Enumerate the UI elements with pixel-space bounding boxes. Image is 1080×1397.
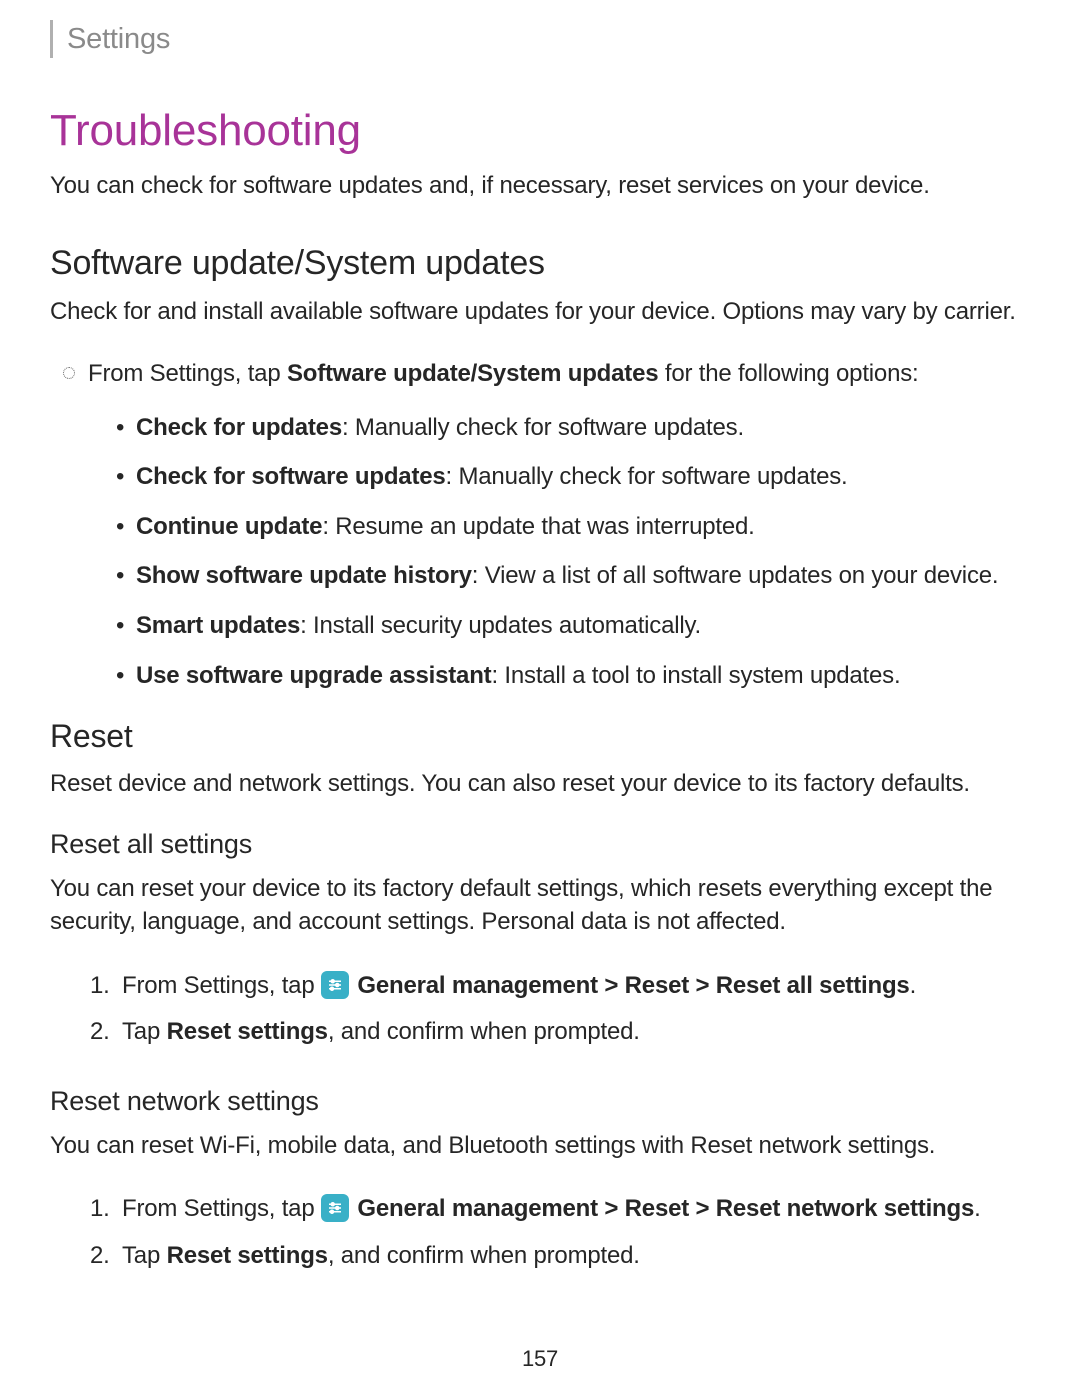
lead-prefix: From Settings, tap (88, 360, 287, 387)
reset-network-steps: From Settings, tap General management > … (50, 1190, 1025, 1275)
reset-all-desc: You can reset your device to its factory… (50, 872, 1025, 939)
page-number: 157 (0, 1346, 1080, 1372)
software-update-lead-item: From Settings, tap Software update/Syste… (88, 357, 1025, 692)
header-label: Settings (67, 23, 170, 56)
option-rest: : Install security updates automatically… (300, 612, 701, 639)
step-prefix: From Settings, tap (122, 1195, 321, 1222)
software-update-lead-list: From Settings, tap Software update/Syste… (50, 357, 1025, 692)
option-bold: Smart updates (136, 612, 300, 639)
option-rest: : View a list of all software updates on… (472, 562, 999, 589)
step-rest: , and confirm when prompted. (328, 1242, 640, 1269)
step-prefix: From Settings, tap (122, 972, 321, 999)
software-update-options: Check for updates: Manually check for so… (88, 411, 1025, 693)
reset-network-step2: Tap Reset settings, and confirm when pro… (122, 1237, 1025, 1275)
reset-all-heading: Reset all settings (50, 829, 1025, 860)
general-management-icon (321, 971, 349, 999)
reset-network-desc: You can reset Wi-Fi, mobile data, and Bl… (50, 1129, 1025, 1163)
reset-heading: Reset (50, 718, 1025, 755)
software-update-desc: Check for and install available software… (50, 295, 1025, 329)
option-rest: : Resume an update that was interrupted. (322, 513, 754, 540)
step-path: General management > Reset > Reset all s… (351, 972, 910, 999)
step-end: . (910, 972, 916, 999)
option-bold: Use software upgrade assistant (136, 662, 491, 689)
step-path: General management > Reset > Reset netwo… (351, 1195, 974, 1222)
option-item: Show software update history: View a lis… (136, 559, 1025, 593)
option-bold: Continue update (136, 513, 322, 540)
option-bold: Show software update history (136, 562, 472, 589)
intro-paragraph: You can check for software updates and, … (50, 170, 1025, 202)
option-bold: Check for updates (136, 414, 342, 441)
page-title: Troubleshooting (50, 106, 1025, 156)
option-rest: : Install a tool to install system updat… (491, 662, 900, 689)
page-header: Settings (50, 20, 1025, 58)
step-bold: Reset settings (167, 1242, 328, 1269)
option-item: Smart updates: Install security updates … (136, 609, 1025, 643)
step-end: . (974, 1195, 980, 1222)
reset-network-heading: Reset network settings (50, 1086, 1025, 1117)
option-item: Check for updates: Manually check for so… (136, 411, 1025, 445)
option-item: Continue update: Resume an update that w… (136, 510, 1025, 544)
step-prefix: Tap (122, 1242, 167, 1269)
option-rest: : Manually check for software updates. (446, 463, 848, 490)
option-item: Use software upgrade assistant: Install … (136, 659, 1025, 693)
option-item: Check for software updates: Manually che… (136, 460, 1025, 494)
reset-all-step1: From Settings, tap General management > … (122, 967, 1025, 1005)
software-update-heading: Software update/System updates (50, 244, 1025, 283)
step-rest: , and confirm when prompted. (328, 1018, 640, 1045)
reset-all-steps: From Settings, tap General management > … (50, 967, 1025, 1052)
general-management-icon (321, 1194, 349, 1222)
header-rule (50, 20, 53, 58)
option-rest: : Manually check for software updates. (342, 414, 744, 441)
reset-all-step2: Tap Reset settings, and confirm when pro… (122, 1013, 1025, 1051)
option-bold: Check for software updates (136, 463, 446, 490)
lead-suffix: for the following options: (658, 360, 918, 387)
reset-network-step1: From Settings, tap General management > … (122, 1190, 1025, 1228)
step-bold: Reset settings (167, 1018, 328, 1045)
lead-bold: Software update/System updates (287, 360, 658, 387)
reset-desc: Reset device and network settings. You c… (50, 767, 1025, 801)
step-prefix: Tap (122, 1018, 167, 1045)
